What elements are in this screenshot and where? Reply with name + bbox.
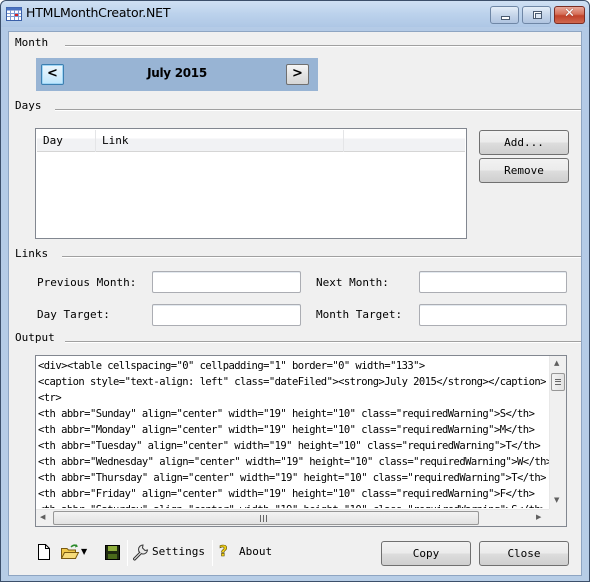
new-document-icon (38, 544, 50, 560)
output-horizontal-scrollbar[interactable]: ◀ ▶ (36, 509, 549, 526)
window-title: HTMLMonthCreator.NET (26, 5, 171, 20)
links-group-divider (62, 256, 581, 258)
vertical-scroll-thumb[interactable] (551, 373, 565, 391)
maximize-icon (533, 11, 542, 19)
month-target-input[interactable] (419, 304, 567, 326)
copy-button[interactable]: Copy (381, 541, 471, 566)
month-group-divider (65, 45, 581, 47)
about-label: About (239, 545, 273, 558)
output-group-label: Output (15, 331, 55, 344)
output-group-divider (65, 341, 581, 343)
month-target-label: Month Target: (316, 308, 403, 321)
scroll-left-arrow-icon[interactable]: ◀ (40, 513, 45, 521)
scroll-right-arrow-icon[interactable]: ▶ (536, 513, 541, 521)
next-month-input[interactable] (419, 271, 567, 293)
output-vertical-scrollbar[interactable]: ▲ ▼ (549, 356, 566, 509)
save-button[interactable] (105, 541, 123, 563)
days-list-header: Day Link (37, 130, 465, 152)
scroll-down-arrow-icon[interactable]: ▼ (554, 496, 559, 504)
save-disk-icon (105, 545, 120, 560)
toolbar-separator (127, 540, 128, 566)
month-group-label: Month (15, 36, 49, 49)
add-day-button[interactable]: Add... (479, 130, 569, 155)
help-question-icon: ? (219, 542, 228, 561)
open-button[interactable]: ▼ (61, 541, 91, 563)
calendar-app-icon (6, 7, 22, 21)
toolbar-separator (212, 540, 213, 566)
close-window-button[interactable]: ✕ (554, 6, 585, 24)
title-bar[interactable]: HTMLMonthCreator.NET ✕ (1, 1, 589, 27)
column-header-day[interactable]: Day (37, 130, 96, 152)
new-button[interactable] (35, 541, 53, 563)
open-dropdown-arrow-icon[interactable]: ▼ (81, 541, 87, 563)
close-icon: ✕ (564, 6, 575, 21)
previous-month-input[interactable] (152, 271, 301, 293)
column-header-link[interactable]: Link (96, 130, 344, 152)
maximize-button[interactable] (522, 6, 551, 24)
toolbar: ▼ Settings ? About (33, 538, 273, 568)
app-window: HTMLMonthCreator.NET ✕ Month < July 2015… (0, 0, 590, 582)
previous-month-label: Previous Month: (37, 276, 137, 289)
day-target-input[interactable] (152, 304, 301, 326)
scroll-corner (549, 509, 566, 526)
next-month-button[interactable]: > (286, 64, 309, 85)
wrench-icon (132, 544, 149, 561)
remove-day-button[interactable]: Remove (479, 158, 569, 183)
horizontal-scroll-thumb[interactable] (53, 511, 479, 525)
column-header-filler (344, 130, 467, 152)
grip-icon (555, 379, 561, 385)
day-target-label: Day Target: (37, 308, 110, 321)
settings-label: Settings (152, 545, 205, 558)
output-html-text[interactable]: <div><table cellspacing="0" cellpadding=… (38, 358, 550, 508)
client-area: Month < July 2015 > Days Day Link Add...… (8, 31, 582, 576)
minimize-icon (501, 16, 510, 20)
output-textarea[interactable]: <div><table cellspacing="0" cellpadding=… (35, 355, 567, 527)
days-list[interactable]: Day Link (35, 128, 467, 239)
days-group-divider (55, 109, 581, 111)
close-button[interactable]: Close (479, 541, 569, 566)
days-group-label: Days (15, 99, 42, 112)
about-button[interactable]: ? About (217, 541, 273, 563)
grip-icon (260, 515, 267, 522)
month-navigator: < July 2015 > (36, 58, 318, 91)
next-month-label: Next Month: (316, 276, 389, 289)
settings-button[interactable]: Settings (132, 541, 205, 563)
current-month-label: July 2015 (147, 66, 207, 80)
previous-month-button[interactable]: < (41, 64, 64, 85)
links-group-label: Links (15, 247, 49, 260)
scroll-up-arrow-icon[interactable]: ▲ (554, 359, 559, 367)
minimize-button[interactable] (490, 6, 519, 24)
open-folder-icon (61, 544, 80, 559)
